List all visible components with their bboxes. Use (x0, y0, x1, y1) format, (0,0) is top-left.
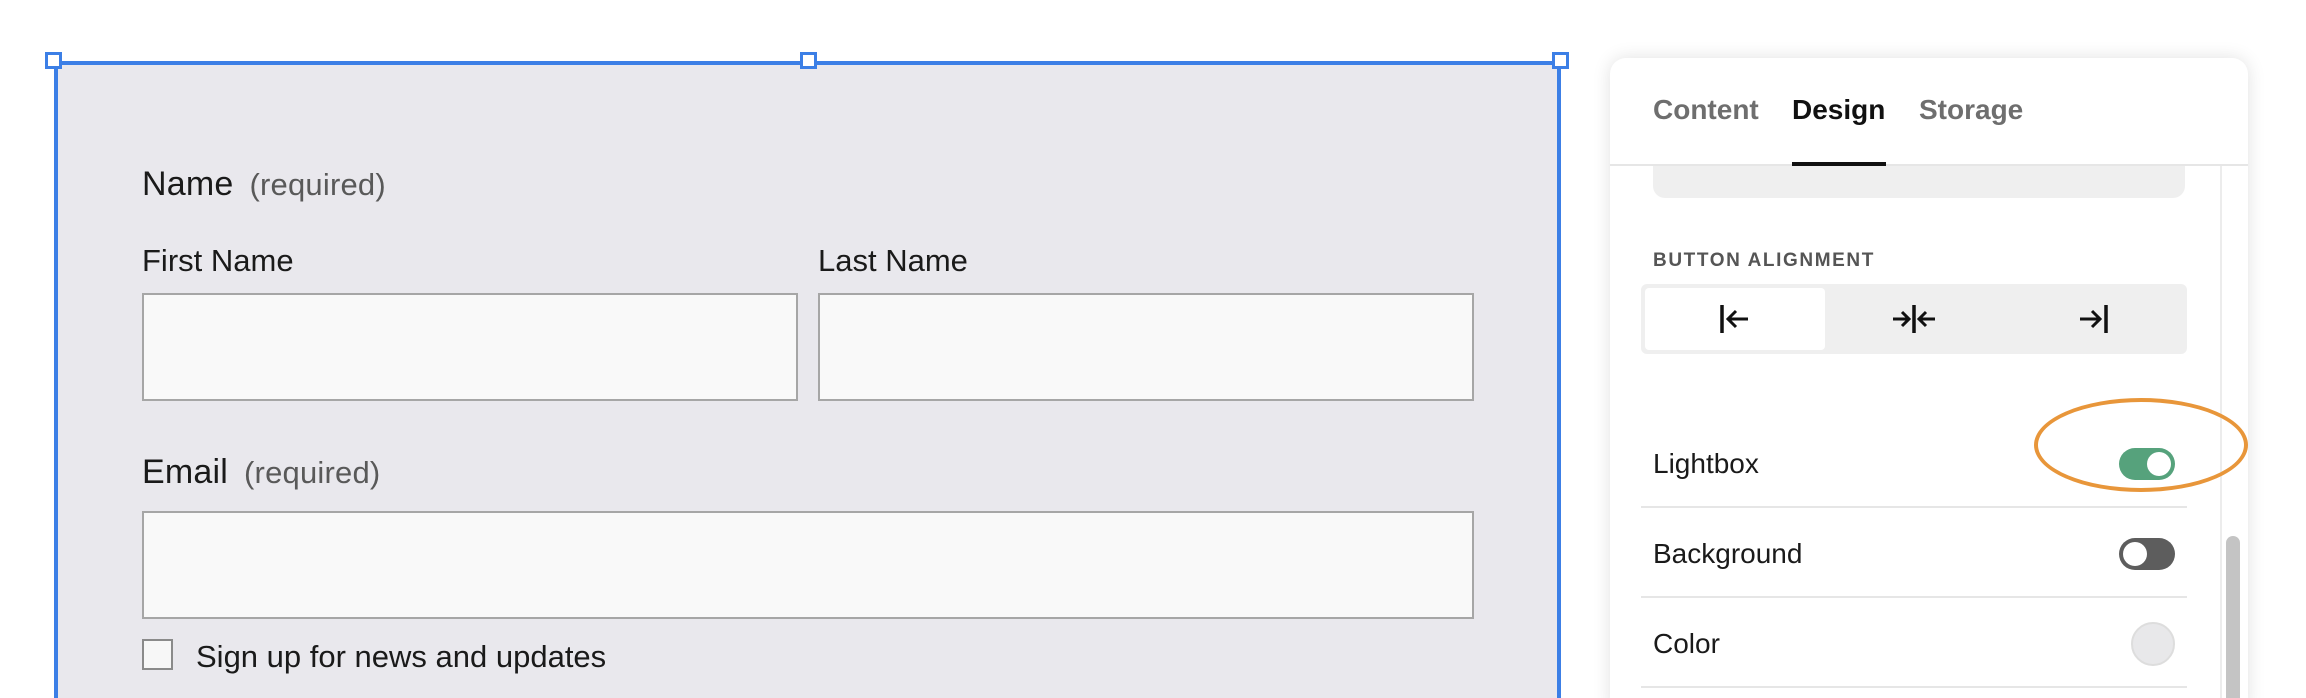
resize-handle-top-left[interactable] (45, 52, 62, 69)
last-name-input[interactable] (818, 293, 1474, 401)
previous-setting-box (1653, 166, 2185, 198)
resize-handle-top-right[interactable] (1552, 52, 1569, 69)
first-name-input[interactable] (142, 293, 798, 401)
color-swatch[interactable] (2131, 622, 2175, 666)
background-setting: Background (1641, 508, 2187, 598)
tab-storage[interactable]: Storage (1919, 94, 2023, 166)
button-alignment-label: BUTTON ALIGNMENT (1653, 250, 1875, 271)
align-left-button[interactable] (1645, 288, 1825, 350)
email-input[interactable] (142, 511, 1474, 619)
newsletter-checkbox[interactable] (142, 639, 173, 670)
tab-design[interactable]: Design (1792, 94, 1886, 166)
first-name-label: First Name (142, 243, 294, 278)
panel-scrollbar-thumb[interactable] (2226, 536, 2240, 698)
align-center-button[interactable] (1824, 288, 2004, 350)
email-label: Email (142, 453, 229, 491)
tab-content[interactable]: Content (1653, 94, 1759, 166)
name-label: Name (142, 165, 234, 203)
toggle-knob (2123, 542, 2147, 566)
email-field-title: Email (required) (142, 453, 380, 492)
resize-handle-top-center[interactable] (800, 52, 817, 69)
name-required-label: (required) (249, 167, 386, 202)
button-alignment-control (1641, 284, 2187, 354)
block-settings-panel: Content Design Storage BUTTON ALIGNMENT (1610, 58, 2248, 698)
align-right-icon (2076, 302, 2110, 336)
editor-canvas: Name (required) First Name Last Name Emai… (0, 0, 2306, 698)
newsletter-label: Sign up for news and updates (196, 639, 607, 674)
background-label: Background (1653, 538, 1803, 569)
email-required-label: (required) (244, 455, 381, 490)
color-label: Color (1653, 628, 1720, 659)
annotation-highlight-circle (2034, 398, 2248, 492)
last-name-label: Last Name (818, 243, 968, 278)
align-center-icon (1891, 302, 1937, 336)
background-toggle[interactable] (2119, 538, 2175, 570)
align-left-icon (1718, 302, 1752, 336)
form-block[interactable]: Name (required) First Name Last Name Emai… (54, 61, 1561, 698)
name-field-title: Name (required) (142, 165, 386, 204)
align-right-button[interactable] (2003, 288, 2183, 350)
lightbox-label: Lightbox (1653, 448, 1759, 479)
color-setting: Color (1641, 598, 2187, 688)
panel-tabs: Content Design Storage (1610, 58, 2248, 166)
